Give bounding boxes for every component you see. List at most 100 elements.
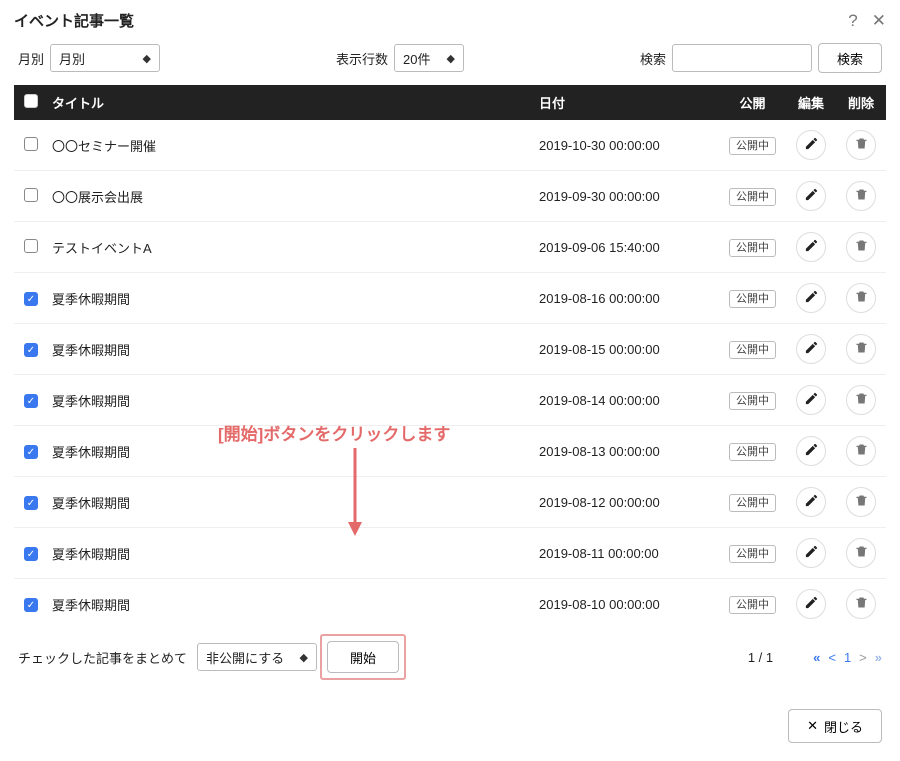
row-date: 2019-09-06 15:40:00 <box>529 222 719 273</box>
row-date: 2019-09-30 00:00:00 <box>529 171 719 222</box>
trash-icon <box>854 493 869 511</box>
pencil-icon <box>804 187 819 205</box>
row-title: 夏季休暇期間 <box>42 477 529 528</box>
row-checkbox[interactable]: ✓ <box>24 343 38 357</box>
col-delete: 削除 <box>836 85 886 120</box>
publish-status-button[interactable]: 公開中 <box>729 545 776 563</box>
row-checkbox[interactable]: ✓ <box>24 598 38 612</box>
pencil-icon <box>804 289 819 307</box>
publish-status-button[interactable]: 公開中 <box>729 290 776 308</box>
table-row: ✓ 夏季休暇期間2019-08-13 00:00:00 公開中 <box>14 426 886 477</box>
month-select[interactable]: 月別 ◆ <box>50 44 160 72</box>
delete-button[interactable] <box>846 385 876 415</box>
pencil-icon <box>804 340 819 358</box>
pager-prev[interactable]: < <box>828 650 836 665</box>
publish-status-button[interactable]: 公開中 <box>729 341 776 359</box>
trash-icon <box>854 391 869 409</box>
row-checkbox[interactable]: ✓ <box>24 547 38 561</box>
delete-button[interactable] <box>846 487 876 517</box>
close-x-icon: ✕ <box>807 718 818 734</box>
row-title: 〇〇展示会出展 <box>42 171 529 222</box>
trash-icon <box>854 442 869 460</box>
delete-button[interactable] <box>846 589 876 619</box>
col-date: 日付 <box>529 85 719 120</box>
pencil-icon <box>804 442 819 460</box>
delete-button[interactable] <box>846 538 876 568</box>
table-row: ✓夏季休暇期間2019-08-16 00:00:00公開中 <box>14 273 886 324</box>
select-all-checkbox[interactable] <box>24 94 38 108</box>
help-icon[interactable]: ? <box>848 11 857 31</box>
pager-next[interactable]: > <box>859 650 867 665</box>
pager-current[interactable]: 1 <box>844 650 851 665</box>
delete-button[interactable] <box>846 181 876 211</box>
edit-button[interactable] <box>796 385 826 415</box>
pencil-icon <box>804 136 819 154</box>
pencil-icon <box>804 595 819 613</box>
table-row: テストイベントA2019-09-06 15:40:00公開中 <box>14 222 886 273</box>
edit-button[interactable] <box>796 538 826 568</box>
publish-status-button[interactable]: 公開中 <box>729 137 776 155</box>
row-checkbox[interactable]: ✓ <box>24 394 38 408</box>
delete-button[interactable] <box>846 232 876 262</box>
close-button[interactable]: ✕ 閉じる <box>788 709 882 743</box>
caret-icon: ◆ <box>300 651 308 664</box>
row-title: 夏季休暇期間 <box>42 426 529 477</box>
start-button[interactable]: 開始 <box>327 641 399 673</box>
delete-button[interactable] <box>846 334 876 364</box>
publish-status-button[interactable]: 公開中 <box>729 443 776 461</box>
row-checkbox[interactable] <box>24 188 38 202</box>
edit-button[interactable] <box>796 283 826 313</box>
rows-select[interactable]: 20件 ◆ <box>394 44 464 72</box>
edit-button[interactable] <box>796 334 826 364</box>
row-checkbox[interactable]: ✓ <box>24 496 38 510</box>
table-row: 〇〇展示会出展2019-09-30 00:00:00 公開中 <box>14 171 886 222</box>
edit-button[interactable] <box>796 589 826 619</box>
close-icon[interactable]: ✕ <box>872 11 886 31</box>
table-row: ✓夏季休暇期間2019-08-15 00:00:00公開中 <box>14 324 886 375</box>
dialog-title: イベント記事一覧 <box>14 10 134 31</box>
row-date: 2019-08-12 00:00:00 <box>529 477 719 528</box>
row-date: 2019-08-10 00:00:00 <box>529 579 719 630</box>
trash-icon <box>854 136 869 154</box>
table-row: ✓夏季休暇期間2019-08-11 00:00:00公開中 <box>14 528 886 579</box>
pencil-icon <box>804 238 819 256</box>
table-row: ✓夏季休暇期間2019-08-14 00:00:00公開中 <box>14 375 886 426</box>
edit-button[interactable] <box>796 487 826 517</box>
caret-icon: ◆ <box>447 52 455 65</box>
bulk-action-select[interactable]: 非公開にする ◆ <box>197 643 317 671</box>
row-checkbox[interactable]: ✓ <box>24 292 38 306</box>
edit-button[interactable] <box>796 436 826 466</box>
pager-first[interactable]: « <box>813 650 820 665</box>
search-label: 検索 <box>640 49 666 68</box>
publish-status-button[interactable]: 公開中 <box>729 596 776 614</box>
trash-icon <box>854 595 869 613</box>
edit-button[interactable] <box>796 232 826 262</box>
publish-status-button[interactable]: 公開中 <box>729 494 776 512</box>
edit-button[interactable] <box>796 181 826 211</box>
row-date: 2019-08-11 00:00:00 <box>529 528 719 579</box>
row-date: 2019-08-13 00:00:00 <box>529 426 719 477</box>
col-publish: 公開 <box>719 85 786 120</box>
caret-icon: ◆ <box>143 52 151 65</box>
row-title: 夏季休暇期間 <box>42 579 529 630</box>
search-button[interactable]: 検索 <box>818 43 882 73</box>
delete-button[interactable] <box>846 283 876 313</box>
row-checkbox[interactable] <box>24 137 38 151</box>
table-row: 〇〇セミナー開催2019-10-30 00:00:00公開中 <box>14 120 886 171</box>
publish-status-button[interactable]: 公開中 <box>729 188 776 206</box>
row-date: 2019-08-15 00:00:00 <box>529 324 719 375</box>
edit-button[interactable] <box>796 130 826 160</box>
delete-button[interactable] <box>846 436 876 466</box>
rows-label: 表示行数 <box>336 49 388 68</box>
publish-status-button[interactable]: 公開中 <box>729 239 776 257</box>
trash-icon <box>854 187 869 205</box>
delete-button[interactable] <box>846 130 876 160</box>
row-checkbox[interactable]: ✓ <box>24 445 38 459</box>
row-checkbox[interactable] <box>24 239 38 253</box>
trash-icon <box>854 289 869 307</box>
pencil-icon <box>804 391 819 409</box>
search-input[interactable] <box>672 44 812 72</box>
pager-last[interactable]: » <box>875 650 882 665</box>
publish-status-button[interactable]: 公開中 <box>729 392 776 410</box>
pencil-icon <box>804 493 819 511</box>
